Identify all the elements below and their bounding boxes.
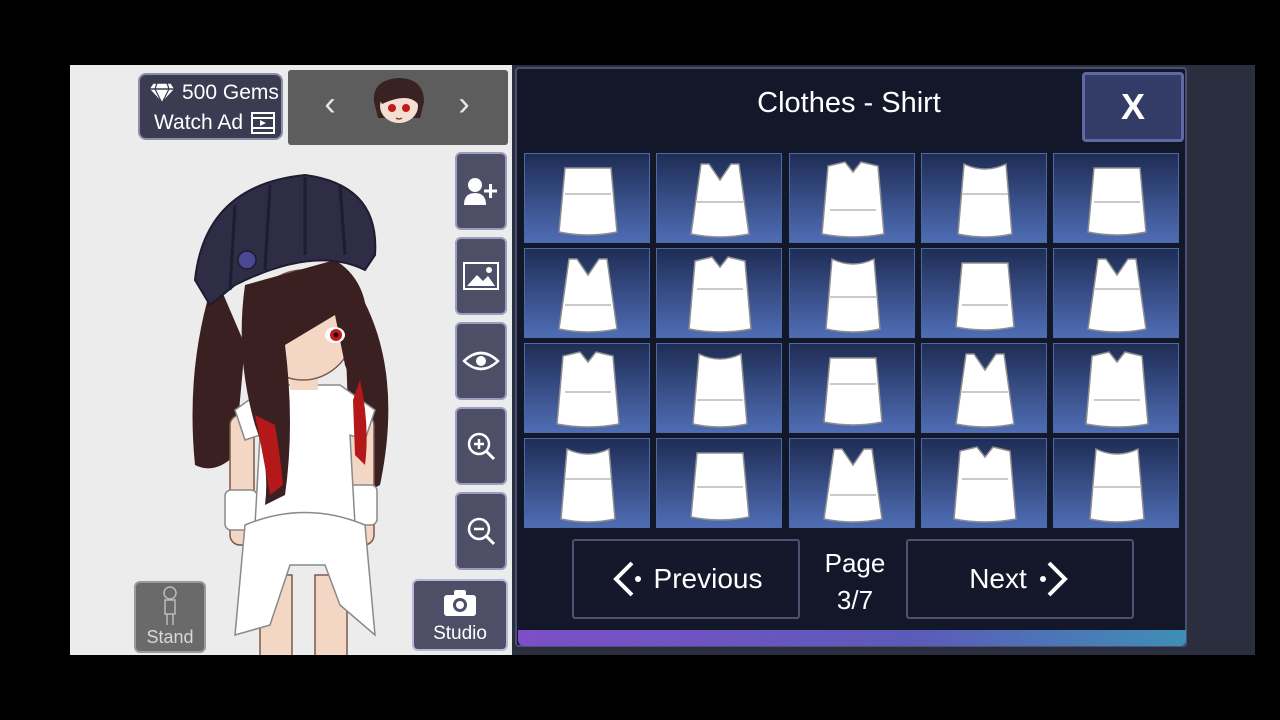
watch-ad-row[interactable]: Watch Ad xyxy=(154,111,276,135)
shirt-item-button-cardigan[interactable] xyxy=(788,248,915,338)
page-label: Page xyxy=(824,548,886,578)
shirt-thumbnail xyxy=(558,167,618,236)
shirt-item-heart-neck-top[interactable] xyxy=(524,248,650,338)
shirt-item-tube-top-ruffle[interactable] xyxy=(524,153,650,243)
shirt-thumbnail xyxy=(955,262,1015,331)
zoom-out-icon xyxy=(467,517,496,546)
shirt-item-open-shirt-striped[interactable] xyxy=(920,153,1047,243)
shirt-item-print-tank[interactable] xyxy=(1053,343,1180,433)
zoom-in-icon xyxy=(467,432,496,461)
video-icon xyxy=(251,112,276,134)
chevron-right-icon xyxy=(1039,561,1068,597)
shirt-thumbnail xyxy=(690,163,751,238)
shirt-item-ribbed-tank[interactable] xyxy=(788,343,915,433)
shirt-thumbnail xyxy=(688,256,753,333)
eye-icon xyxy=(462,351,500,371)
shirt-thumbnail xyxy=(953,446,1017,523)
shirt-item-dark-collar-top[interactable] xyxy=(788,438,915,528)
previous-button[interactable]: Previous xyxy=(572,539,800,619)
watch-ad-label: Watch Ad xyxy=(154,111,244,134)
shirt-thumbnail xyxy=(556,351,620,428)
shirt-thumbnail xyxy=(824,257,881,333)
diamond-icon xyxy=(148,82,176,104)
shirt-thumbnail xyxy=(955,353,1015,428)
shirt-thumbnail xyxy=(558,258,618,333)
shirt-thumbnail xyxy=(690,452,751,521)
add-character-button[interactable] xyxy=(455,152,507,230)
character-stage: 500 Gems Watch Ad ‹ › Stand Studio xyxy=(70,65,512,655)
shirt-thumbnail xyxy=(822,357,883,426)
gems-watch-ad-box[interactable]: 500 Gems Watch Ad xyxy=(138,73,283,140)
shirt-item-button-tank[interactable] xyxy=(1053,438,1180,528)
shirt-thumbnail xyxy=(1085,351,1149,428)
studio-label: Studio xyxy=(433,623,487,644)
shirt-item-open-vest[interactable] xyxy=(788,153,915,243)
next-button[interactable]: Next xyxy=(906,539,1134,619)
standing-figure-icon xyxy=(163,586,177,625)
shirt-item-lace-trim-cami[interactable] xyxy=(1053,248,1180,338)
shirt-thumbnail xyxy=(560,447,616,523)
zoom-out-button[interactable] xyxy=(455,492,507,570)
background-button[interactable] xyxy=(455,237,507,315)
studio-button[interactable]: Studio xyxy=(412,579,508,651)
shirt-thumbnail xyxy=(692,352,749,428)
zoom-in-button[interactable] xyxy=(455,407,507,485)
shirt-item-striped-crop-top[interactable] xyxy=(524,343,650,433)
gems-count: 500 Gems xyxy=(182,81,279,104)
chevron-left-icon[interactable]: ‹ xyxy=(310,84,350,124)
shirt-thumbnail xyxy=(820,161,885,238)
chevron-left-icon xyxy=(612,561,641,597)
shirt-thumbnail xyxy=(1087,258,1148,333)
close-button[interactable]: X xyxy=(1082,72,1184,142)
stand-label: Stand xyxy=(146,627,194,647)
image-icon xyxy=(463,262,499,290)
character-selector: ‹ › xyxy=(288,70,508,145)
shirt-item-button-vest[interactable] xyxy=(1053,153,1180,243)
character-head-thumbnail xyxy=(373,78,424,123)
shirt-item-ribbed-halter[interactable] xyxy=(920,438,1047,528)
shirt-thumbnail xyxy=(1087,167,1147,236)
stand-button[interactable]: Stand xyxy=(134,581,206,653)
camera-icon xyxy=(444,590,476,616)
shirt-item-v-neck-cami[interactable] xyxy=(524,438,650,528)
shirt-thumbnail xyxy=(957,162,1013,238)
page-indicator: Page 3/7 xyxy=(810,545,900,619)
add-person-icon xyxy=(464,178,497,205)
gems-row: 500 Gems xyxy=(148,81,279,105)
next-label: Next xyxy=(969,563,1027,594)
shirt-item-button-shirt[interactable] xyxy=(920,248,1047,338)
shirt-thumbnail xyxy=(822,448,883,523)
shirt-thumbnail xyxy=(1089,447,1145,523)
previous-label: Previous xyxy=(653,563,763,594)
visibility-button[interactable] xyxy=(455,322,507,400)
shirt-item-striped-tank[interactable] xyxy=(920,343,1047,433)
shirt-item-strappy-tank-lace[interactable] xyxy=(656,153,783,243)
chevron-right-icon[interactable]: › xyxy=(444,84,484,124)
shirt-item-banded-tank[interactable] xyxy=(656,343,783,433)
shirt-item-wrap-top[interactable] xyxy=(656,248,783,338)
panel-accent-bar xyxy=(518,630,1186,646)
shirt-item-ruffle-front-top[interactable] xyxy=(656,438,783,528)
page-value: 3/7 xyxy=(836,585,874,615)
